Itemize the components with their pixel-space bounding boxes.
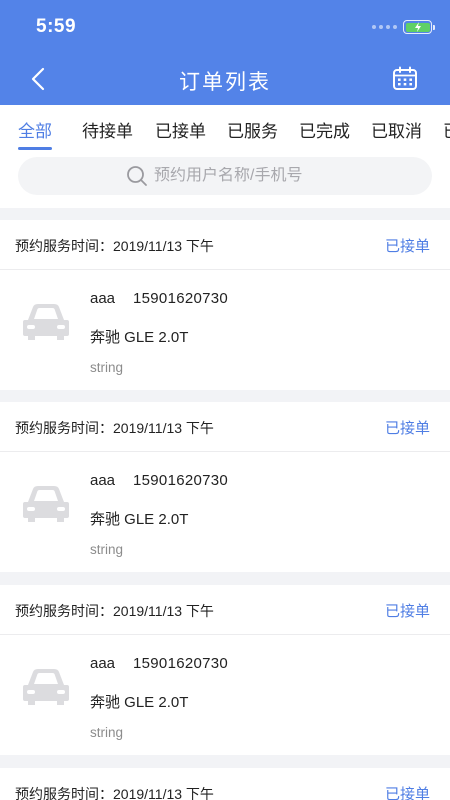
order-note: string (90, 360, 124, 375)
car-icon (23, 486, 69, 522)
order-card[interactable]: 预约服务时间：2019/11/13 下午 已接单 aaa 15901620730… (0, 585, 450, 755)
page-title: 订单列表 (179, 71, 271, 94)
status-bar-indicators (372, 20, 435, 34)
appointment-time: 预约服务时间：2019/11/13 下午 (15, 603, 214, 619)
order-note: string (90, 725, 124, 740)
order-note: string (90, 542, 124, 557)
tab-cancelled[interactable]: 已取消 (371, 117, 422, 142)
search-box[interactable] (18, 157, 432, 195)
battery-icon (403, 20, 435, 34)
customer-phone: 15901620730 (133, 472, 229, 489)
appointment-time: 预约服务时间：2019/11/13 下午 (15, 420, 214, 436)
customer-name: aaa (90, 472, 116, 489)
search-bar (0, 153, 450, 208)
status-tabs: 全部 待接单 已接单 已服务 已完成 已取消 已 (0, 105, 450, 153)
status-bar-time: 5:59 (36, 16, 77, 37)
car-icon (23, 304, 69, 340)
app-header: 5:59 订单列表 (0, 0, 450, 105)
order-card[interactable]: 预约服务时间：2019/11/13 下午 已接单 (0, 768, 450, 800)
customer-phone: 15901620730 (133, 290, 229, 307)
status-badge: 已接单 (384, 786, 430, 800)
order-card-header: 预约服务时间：2019/11/13 下午 已接单 (0, 220, 450, 270)
car-icon (23, 669, 69, 705)
calendar-button[interactable] (392, 66, 418, 92)
calendar-icon (393, 66, 417, 90)
customer-name: aaa (90, 655, 116, 672)
order-card-header: 预约服务时间：2019/11/13 下午 已接单 (0, 402, 450, 452)
search-icon (127, 166, 147, 186)
order-card-header: 预约服务时间：2019/11/13 下午 已接单 (0, 768, 450, 800)
status-badge: 已接单 (384, 603, 430, 620)
tab-serviced[interactable]: 已服务 (227, 117, 278, 142)
tab-all[interactable]: 全部 (18, 117, 52, 142)
order-card[interactable]: 预约服务时间：2019/11/13 下午 已接单 aaa 15901620730… (0, 402, 450, 572)
car-model: 奔驰 GLE 2.0T (90, 511, 189, 528)
tab-pending[interactable]: 待接单 (82, 117, 133, 142)
tab-more[interactable]: 已 (443, 117, 450, 142)
tab-accepted[interactable]: 已接单 (155, 117, 206, 142)
car-model: 奔驰 GLE 2.0T (90, 694, 189, 711)
customer-name: aaa (90, 290, 116, 307)
customer-phone: 15901620730 (133, 655, 229, 672)
search-input[interactable] (154, 167, 324, 185)
appointment-time: 预约服务时间：2019/11/13 下午 (15, 786, 214, 800)
appointment-time: 预约服务时间：2019/11/13 下午 (15, 238, 214, 254)
status-badge: 已接单 (384, 420, 430, 437)
order-card-header: 预约服务时间：2019/11/13 下午 已接单 (0, 585, 450, 635)
tab-active-indicator (18, 147, 52, 150)
signal-icon (372, 25, 397, 29)
car-model: 奔驰 GLE 2.0T (90, 329, 189, 346)
order-card[interactable]: 预约服务时间：2019/11/13 下午 已接单 aaa 15901620730… (0, 220, 450, 390)
status-badge: 已接单 (384, 238, 430, 255)
tab-completed[interactable]: 已完成 (299, 117, 350, 142)
